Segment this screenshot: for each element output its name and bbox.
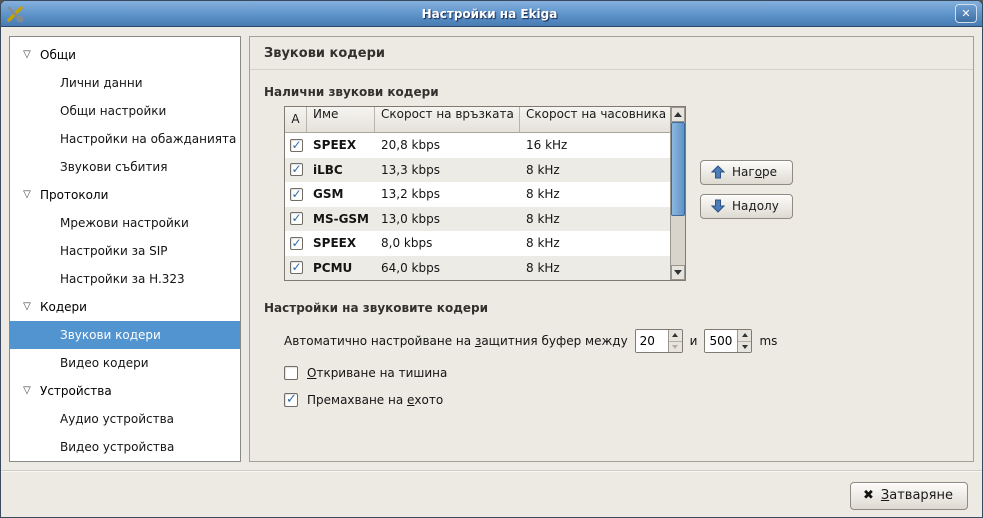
window-close-button[interactable]: ✕: [955, 4, 977, 23]
tools-icon: [6, 5, 24, 23]
sidebar-item-sip-settings[interactable]: Настройки за SIP: [10, 237, 240, 265]
jitter-min-spinbox: [635, 329, 683, 353]
codec-settings-title: Настройки на звуковите кодери: [264, 301, 959, 315]
sidebar-item-call-options[interactable]: Настройки на обажданията: [10, 125, 240, 153]
sidebar-group-devices[interactable]: ▽ Устройства: [10, 377, 240, 405]
sidebar-group-general[interactable]: ▽ Общи: [10, 41, 240, 69]
codec-table-header: A Име Скорост на връзката Скорост на час…: [285, 107, 670, 133]
sidebar-group-codecs[interactable]: ▽ Кодери: [10, 293, 240, 321]
table-row[interactable]: SPEEX 8,0 kbps 8 kHz: [285, 231, 670, 256]
arrow-down-icon: [674, 270, 682, 275]
sidebar-item-h323-settings[interactable]: Настройки за H.323: [10, 265, 240, 293]
silence-detection-label: Откриване на тишина: [307, 366, 447, 380]
move-down-button[interactable]: Надолу: [700, 194, 793, 219]
column-header-name[interactable]: Име: [307, 107, 375, 133]
table-row[interactable]: iLBC 13,3 kbps 8 kHz: [285, 158, 670, 183]
codec-enabled-checkbox[interactable]: [290, 139, 303, 152]
sidebar-item-audio-codecs[interactable]: Звукови кодери: [10, 321, 240, 349]
preferences-dialog: Настройки на Ekiga ✕ ▽ Общи Лични данни …: [0, 0, 983, 518]
spin-down-button[interactable]: [738, 342, 751, 353]
codec-table: A Име Скорост на връзката Скорост на час…: [284, 106, 686, 281]
scrollbar-track[interactable]: [671, 122, 685, 265]
arrow-down-icon: [672, 345, 678, 349]
spin-down-button[interactable]: [669, 342, 682, 353]
sidebar-item-sound-events[interactable]: Звукови събития: [10, 153, 240, 181]
expander-icon[interactable]: ▽: [20, 293, 34, 321]
window-title: Настройки на Ekiga: [30, 7, 949, 21]
arrow-down-icon: [742, 345, 748, 349]
close-button[interactable]: ✖ Затваряне: [850, 482, 968, 510]
arrow-up-icon: [674, 112, 682, 117]
column-header-bitrate[interactable]: Скорост на връзката: [375, 107, 520, 133]
sidebar-item-general-settings[interactable]: Общи настройки: [10, 97, 240, 125]
dialog-action-area: ✖ Затваряне: [1, 470, 982, 518]
echo-cancellation-checkbox[interactable]: [284, 393, 298, 407]
arrow-up-icon: [672, 333, 678, 337]
jitter-max-spinbox: [704, 329, 752, 353]
audio-codecs-panel: Звукови кодери Налични звукови кодери A …: [249, 36, 974, 462]
codec-enabled-checkbox[interactable]: [290, 163, 303, 176]
silence-detection-checkbox[interactable]: [284, 366, 298, 380]
scrollbar-thumb[interactable]: [671, 122, 685, 216]
codec-enabled-checkbox[interactable]: [290, 212, 303, 225]
sidebar-item-video-devices[interactable]: Видео устройства: [10, 433, 240, 461]
jitter-max-input[interactable]: [705, 330, 737, 352]
spin-up-button[interactable]: [738, 330, 751, 342]
up-arrow-icon: [711, 165, 725, 179]
table-row[interactable]: GSM 13,2 kbps 8 kHz: [285, 182, 670, 207]
sidebar-item-network-settings[interactable]: Мрежови настройки: [10, 209, 240, 237]
echo-cancellation-label: Премахване на ехото: [307, 393, 443, 407]
column-header-active[interactable]: A: [285, 107, 307, 133]
expander-icon[interactable]: ▽: [20, 377, 34, 405]
move-up-button[interactable]: Нагоре: [700, 160, 793, 185]
silence-detection-row[interactable]: Откриване на тишина: [284, 366, 959, 380]
available-codecs-title: Налични звукови кодери: [264, 85, 959, 99]
sidebar-item-audio-devices[interactable]: Аудио устройства: [10, 405, 240, 433]
column-header-clockrate[interactable]: Скорост на часовника: [520, 107, 670, 133]
jitter-unit-label: ms: [759, 334, 777, 348]
spin-up-button[interactable]: [669, 330, 682, 342]
preferences-tree: ▽ Общи Лични данни Общи настройки Настро…: [9, 36, 241, 462]
expander-icon[interactable]: ▽: [20, 181, 34, 209]
jitter-buffer-label: Автоматично настройване на защитния буфе…: [284, 334, 628, 348]
page-title: Звукови кодери: [250, 37, 973, 70]
down-arrow-icon: [711, 199, 725, 213]
codec-enabled-checkbox[interactable]: [290, 261, 303, 274]
titlebar[interactable]: Настройки на Ekiga ✕: [1, 1, 982, 27]
scroll-up-button[interactable]: [671, 107, 685, 122]
codec-enabled-checkbox[interactable]: [290, 188, 303, 201]
jitter-conjunction-label: и: [690, 334, 698, 348]
echo-cancellation-row[interactable]: Премахване на ехото: [284, 393, 959, 407]
expander-icon[interactable]: ▽: [20, 41, 34, 69]
table-scrollbar[interactable]: [670, 107, 685, 280]
sidebar-item-video-codecs[interactable]: Видео кодери: [10, 349, 240, 377]
table-row[interactable]: SPEEX 20,8 kbps 16 kHz: [285, 133, 670, 158]
sidebar-item-personal-data[interactable]: Лични данни: [10, 69, 240, 97]
scroll-down-button[interactable]: [671, 265, 685, 280]
jitter-min-input[interactable]: [636, 330, 668, 352]
close-x-icon: ✖: [863, 488, 874, 503]
arrow-up-icon: [742, 333, 748, 337]
codec-enabled-checkbox[interactable]: [290, 237, 303, 250]
table-row[interactable]: MS-GSM 13,0 kbps 8 kHz: [285, 207, 670, 232]
sidebar-group-protocols[interactable]: ▽ Протоколи: [10, 181, 240, 209]
table-row[interactable]: PCMU 64,0 kbps 8 kHz: [285, 256, 670, 281]
